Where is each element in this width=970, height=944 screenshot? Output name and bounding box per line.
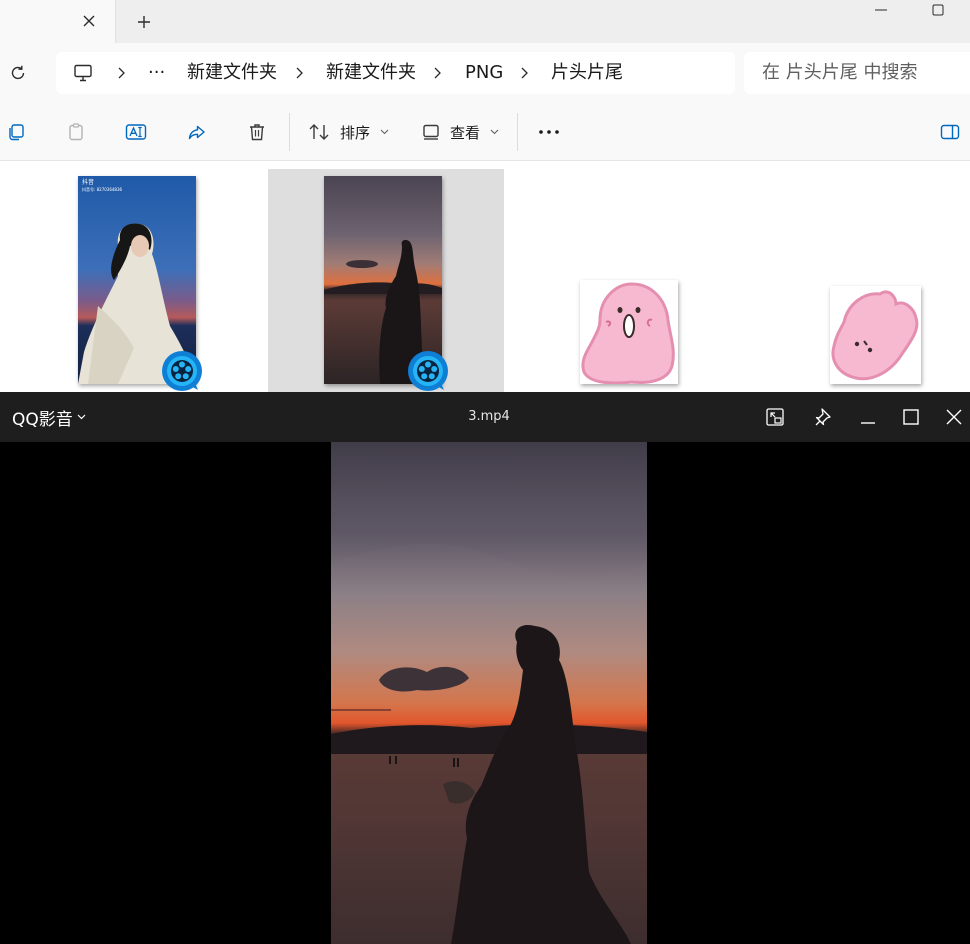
monitor-icon bbox=[74, 64, 92, 82]
maximize-icon bbox=[903, 409, 919, 425]
breadcrumb-overflow[interactable]: ··· bbox=[148, 62, 165, 84]
address-bar: ··· 新建文件夹 新建文件夹 PNG 片头片尾 在 片头片尾 中搜索 bbox=[0, 43, 970, 103]
pink-ghost-sticker bbox=[581, 282, 675, 384]
breadcrumb-item-current[interactable]: 片头片尾 bbox=[551, 62, 623, 84]
maximize-icon bbox=[932, 4, 944, 16]
file-view: 抖音 抖音号: 8270364836 bbox=[0, 161, 970, 392]
paste-button[interactable] bbox=[64, 120, 88, 144]
new-tab-button[interactable] bbox=[132, 10, 156, 34]
minimize-button[interactable] bbox=[866, 0, 896, 20]
explorer-tab[interactable] bbox=[0, 0, 116, 43]
details-pane-button[interactable] bbox=[938, 120, 962, 144]
share-icon bbox=[188, 125, 205, 140]
chevron-down-icon bbox=[490, 129, 499, 135]
chevron-right-icon bbox=[430, 62, 444, 84]
player-title-bar: QQ影音 3.mp4 bbox=[0, 392, 970, 442]
player-close-button[interactable] bbox=[942, 405, 966, 429]
paste-icon bbox=[69, 123, 83, 141]
delete-button[interactable] bbox=[245, 120, 269, 144]
search-placeholder: 在 片头片尾 中搜索 bbox=[762, 62, 918, 83]
app-menu-button[interactable]: QQ影音 bbox=[12, 406, 86, 430]
rename-icon bbox=[125, 124, 147, 140]
app-name: QQ影音 bbox=[12, 409, 73, 430]
close-tab-button[interactable] bbox=[78, 10, 100, 32]
video-frame[interactable] bbox=[331, 442, 647, 944]
details-pane-icon bbox=[940, 124, 960, 140]
qq-player-icon bbox=[407, 350, 449, 392]
chevron-right-icon bbox=[292, 62, 306, 84]
sort-icon bbox=[309, 124, 329, 140]
explorer-tab-strip bbox=[0, 0, 970, 43]
qq-player-window: QQ影音 3.mp4 bbox=[0, 392, 970, 944]
toolbar-divider bbox=[289, 113, 290, 151]
maximize-button[interactable] bbox=[924, 0, 952, 20]
video-frame-image bbox=[331, 442, 647, 944]
chevron-down-icon bbox=[380, 129, 389, 135]
mini-mode-button[interactable] bbox=[763, 405, 787, 429]
chevron-down-icon bbox=[77, 414, 86, 420]
view-icon bbox=[423, 124, 439, 140]
thumbnail-watermark: 抖音 抖音号: 8270364836 bbox=[82, 179, 123, 192]
breadcrumb-item-folder-1[interactable]: 新建文件夹 bbox=[187, 62, 277, 84]
share-button[interactable] bbox=[185, 120, 209, 144]
refresh-icon bbox=[11, 65, 25, 80]
copy-icon bbox=[9, 124, 24, 141]
more-icon bbox=[539, 130, 559, 134]
view-label: 查看 bbox=[450, 123, 481, 142]
chevron-right-icon bbox=[517, 62, 531, 84]
chevron-right-icon bbox=[114, 62, 128, 84]
plus-icon bbox=[138, 16, 150, 28]
command-bar: 排序 查看 bbox=[0, 103, 970, 161]
this-pc-button[interactable] bbox=[72, 62, 94, 84]
breadcrumb[interactable]: ··· 新建文件夹 新建文件夹 PNG 片头片尾 bbox=[56, 52, 735, 94]
search-input[interactable]: 在 片头片尾 中搜索 bbox=[744, 52, 970, 94]
rename-button[interactable] bbox=[124, 120, 148, 144]
refresh-button[interactable] bbox=[6, 61, 30, 85]
toolbar-divider bbox=[517, 113, 518, 151]
view-button[interactable]: 查看 bbox=[422, 117, 499, 147]
more-options-button[interactable] bbox=[537, 120, 561, 144]
qq-player-icon bbox=[161, 350, 203, 392]
file-item-image-1[interactable] bbox=[580, 280, 678, 384]
trash-icon bbox=[250, 124, 264, 141]
pink-blob-sticker bbox=[831, 290, 919, 381]
sort-label: 排序 bbox=[340, 123, 371, 142]
minimize-icon bbox=[861, 422, 875, 424]
pin-on-top-button[interactable] bbox=[812, 405, 836, 429]
sort-button[interactable]: 排序 bbox=[308, 117, 389, 147]
copy-button[interactable] bbox=[4, 120, 28, 144]
player-minimize-button[interactable] bbox=[856, 405, 880, 429]
close-icon bbox=[946, 409, 962, 425]
video-title: 3.mp4 bbox=[468, 409, 510, 424]
breadcrumb-item-folder-2[interactable]: 新建文件夹 bbox=[326, 62, 416, 84]
breadcrumb-item-png[interactable]: PNG bbox=[465, 62, 503, 84]
pin-icon bbox=[815, 408, 831, 426]
mini-mode-icon bbox=[766, 408, 784, 426]
file-item-image-2[interactable] bbox=[830, 286, 921, 384]
minimize-icon bbox=[875, 9, 887, 11]
close-icon bbox=[83, 15, 95, 27]
screen: ··· 新建文件夹 新建文件夹 PNG 片头片尾 在 片头片尾 中搜索 排序 查… bbox=[0, 0, 970, 944]
player-maximize-button[interactable] bbox=[899, 405, 923, 429]
